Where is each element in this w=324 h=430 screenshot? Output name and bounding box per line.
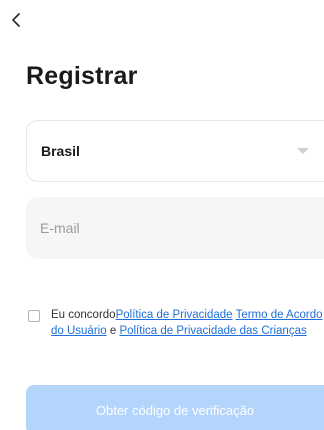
consent-checkbox[interactable] bbox=[28, 310, 40, 322]
children-privacy-link[interactable]: Política de Privacidade das Crianças bbox=[119, 325, 306, 337]
country-value: Brasil bbox=[41, 143, 80, 159]
submit-button-label: Obter código de verificação bbox=[95, 402, 255, 418]
consent-prefix: Eu concordo bbox=[51, 309, 116, 321]
consent-text: Eu concordoPolítica de Privacidade Termo… bbox=[51, 308, 323, 339]
get-verification-code-button[interactable]: Obter código de verificação bbox=[26, 385, 324, 430]
chevron-left-icon bbox=[12, 13, 20, 27]
register-page: Registrar Brasil Eu concordoPolítica de … bbox=[0, 0, 324, 430]
back-button[interactable] bbox=[4, 8, 28, 32]
consent-conjunction: e bbox=[109, 324, 117, 337]
country-select[interactable]: Brasil bbox=[26, 120, 324, 182]
page-title: Registrar bbox=[26, 62, 138, 90]
caret-down-icon bbox=[297, 148, 309, 154]
privacy-policy-link[interactable]: Política de Privacidade bbox=[116, 309, 233, 321]
email-field[interactable] bbox=[26, 197, 324, 259]
